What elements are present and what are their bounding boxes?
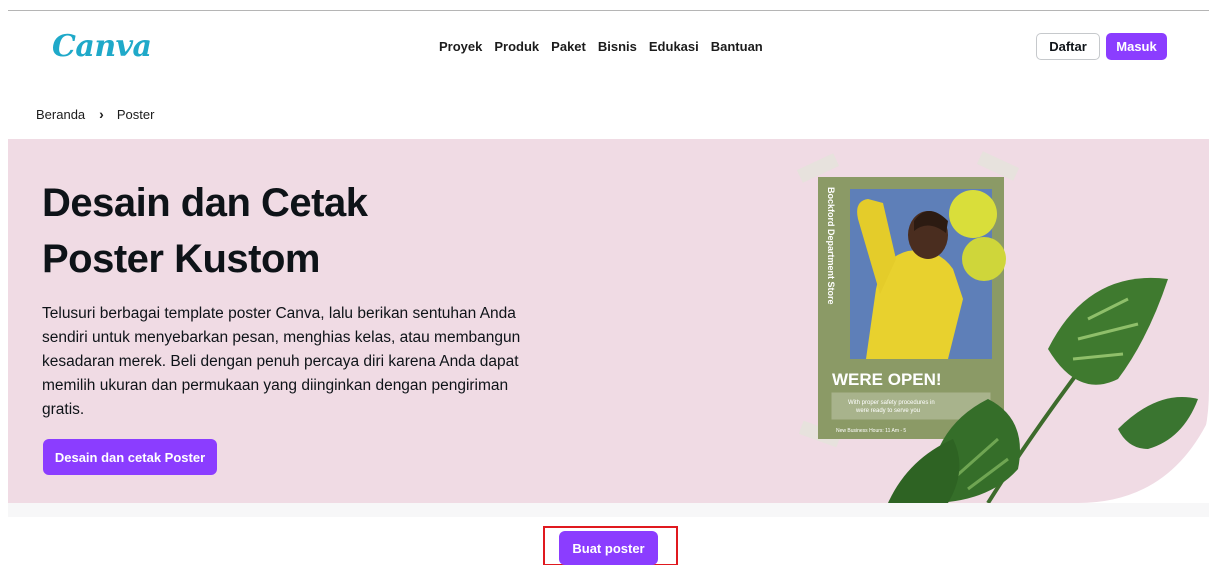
hero-description: Telusuri berbagai template poster Canva,… bbox=[42, 305, 521, 418]
create-poster-button[interactable]: Buat poster bbox=[559, 531, 658, 565]
breadcrumb-home-link[interactable]: Beranda bbox=[36, 107, 85, 122]
canva-logo[interactable]: Canva bbox=[52, 29, 152, 64]
monstera-leaf-right bbox=[1118, 397, 1198, 449]
hero-banner: Desain dan Cetak Poster Kustom Telusuri … bbox=[8, 139, 1209, 503]
main-nav: Proyek Produk Paket Bisnis Edukasi Bantu… bbox=[439, 39, 775, 54]
hero-title: Desain dan Cetak Poster Kustom bbox=[42, 175, 542, 287]
login-button[interactable]: Masuk bbox=[1106, 33, 1167, 60]
nav-item-bisnis[interactable]: Bisnis bbox=[598, 39, 637, 54]
design-print-poster-button[interactable]: Desain dan cetak Poster bbox=[43, 439, 217, 475]
breadcrumb: Beranda › Poster bbox=[36, 106, 154, 122]
breadcrumb-current: Poster bbox=[116, 106, 155, 122]
hero-title-line1: Desain dan Cetak bbox=[42, 181, 368, 225]
monstera-leaf-bottom bbox=[888, 439, 960, 503]
poster-store-name: Bockford Department Store bbox=[826, 187, 836, 305]
signup-button[interactable]: Daftar bbox=[1036, 33, 1100, 60]
site-header: Canva Proyek Produk Paket Bisnis Edukasi… bbox=[0, 11, 1209, 81]
nav-item-produk[interactable]: Produk bbox=[494, 39, 539, 54]
hero-illustration: Bockford Department Store WERE OPEN! Wit… bbox=[796, 151, 1209, 503]
nav-item-proyek[interactable]: Proyek bbox=[439, 39, 482, 54]
nav-item-bantuan[interactable]: Bantuan bbox=[711, 39, 763, 54]
section-divider-band bbox=[8, 503, 1209, 517]
chevron-right-icon: › bbox=[99, 106, 104, 122]
poster-subtext-line1: With proper safety procedures in bbox=[848, 400, 935, 406]
tape-top-right bbox=[976, 151, 1020, 181]
poster-subtext-line2: were ready to serve you bbox=[855, 408, 920, 414]
poster-headline: WERE OPEN! bbox=[832, 370, 942, 389]
hero-title-line2: Poster Kustom bbox=[42, 237, 321, 281]
nav-item-edukasi[interactable]: Edukasi bbox=[649, 39, 699, 54]
poster-footer-text: New Business Hours: 11 Am - 5 bbox=[836, 428, 906, 434]
nav-item-paket[interactable]: Paket bbox=[551, 39, 586, 54]
